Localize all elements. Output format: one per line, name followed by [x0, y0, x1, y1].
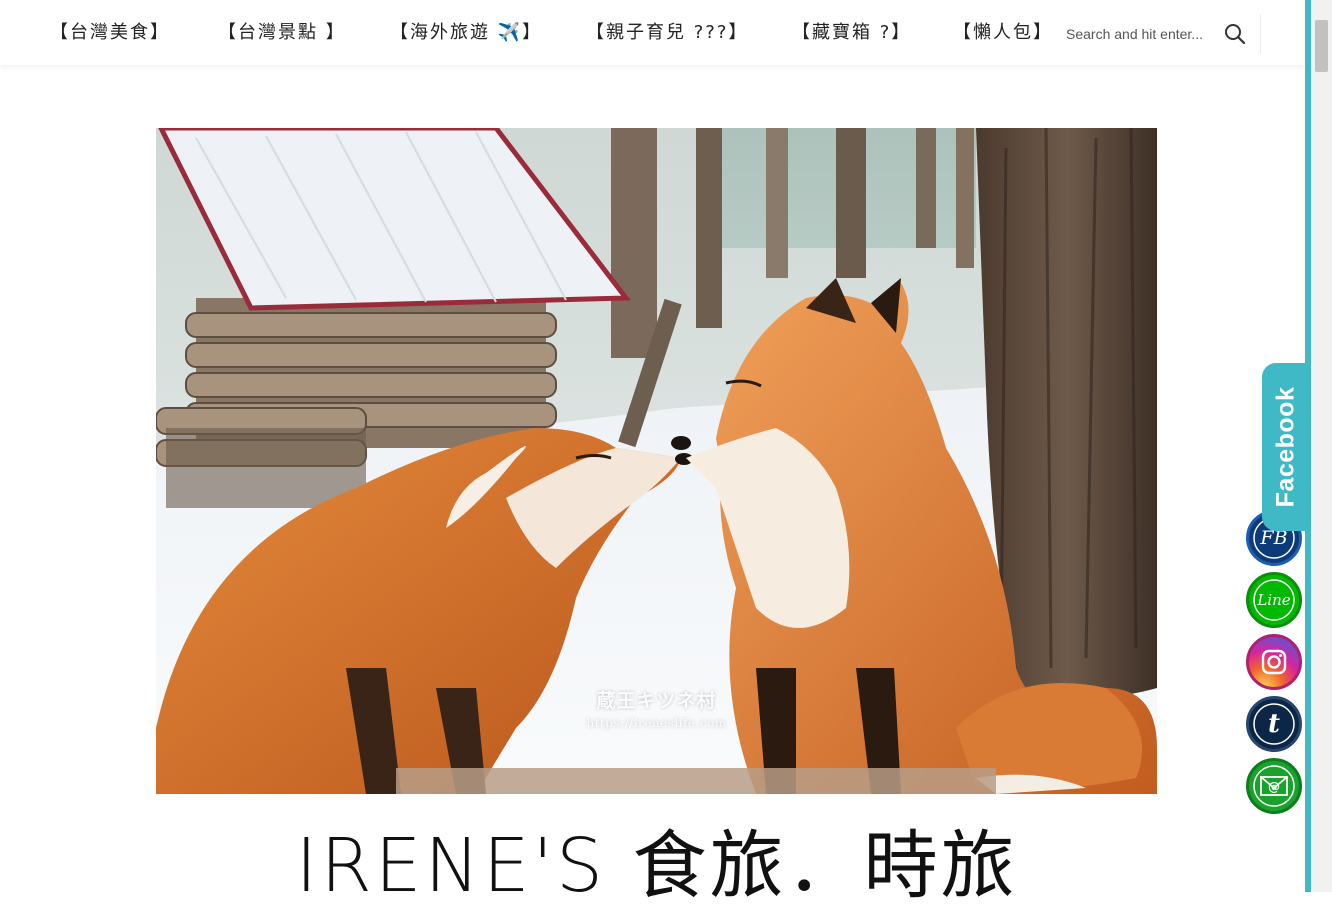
nav-item-treasure-box[interactable]: 【藏寶箱 ?】 [792, 20, 911, 46]
email-button[interactable]: @ [1246, 758, 1302, 814]
scrollbar-thumb[interactable] [1315, 20, 1328, 72]
instagram-icon [1249, 637, 1299, 687]
line-button[interactable]: Line [1246, 572, 1302, 628]
tumblr-label: t [1267, 709, 1280, 739]
facebook-tab[interactable]: Facebook [1262, 363, 1310, 531]
nav-item-taiwan-attractions[interactable]: 【台灣景點 】 [218, 20, 346, 46]
scrollbar[interactable] [1311, 0, 1332, 892]
main-navigation: 【台灣美食】 【台灣景點 】 【海外旅遊 ✈️】 【親子育兒 ???】 【藏寶箱… [0, 0, 1305, 65]
nav-item-guides[interactable]: 【懶人包】 [953, 20, 1053, 46]
line-label: Line [1257, 591, 1291, 609]
facebook-tab-label: Facebook [1271, 386, 1300, 508]
watermark-url: https://ireneslife.com [586, 716, 727, 730]
instagram-button[interactable] [1246, 634, 1302, 690]
email-label: @ [1268, 780, 1280, 794]
nav-item-overseas-travel[interactable]: 【海外旅遊 ✈️】 [390, 20, 542, 46]
search-icon [1225, 24, 1246, 45]
nav-item-parenting[interactable]: 【親子育兒 ???】 [586, 20, 748, 46]
watermark-title: 蔵王キツネ村 [596, 690, 717, 712]
search-box [1062, 14, 1261, 54]
site-title[interactable]: IRENE'S 食旅．時旅 [156, 818, 1157, 914]
nav-item-taiwan-food[interactable]: 【台灣美食】 [50, 20, 170, 46]
hero-image: 蔵王キツネ村 https://ireneslife.com [156, 128, 1157, 794]
search-input[interactable] [1066, 22, 1216, 46]
tumblr-button[interactable]: t [1246, 696, 1302, 752]
search-button[interactable] [1222, 21, 1248, 47]
